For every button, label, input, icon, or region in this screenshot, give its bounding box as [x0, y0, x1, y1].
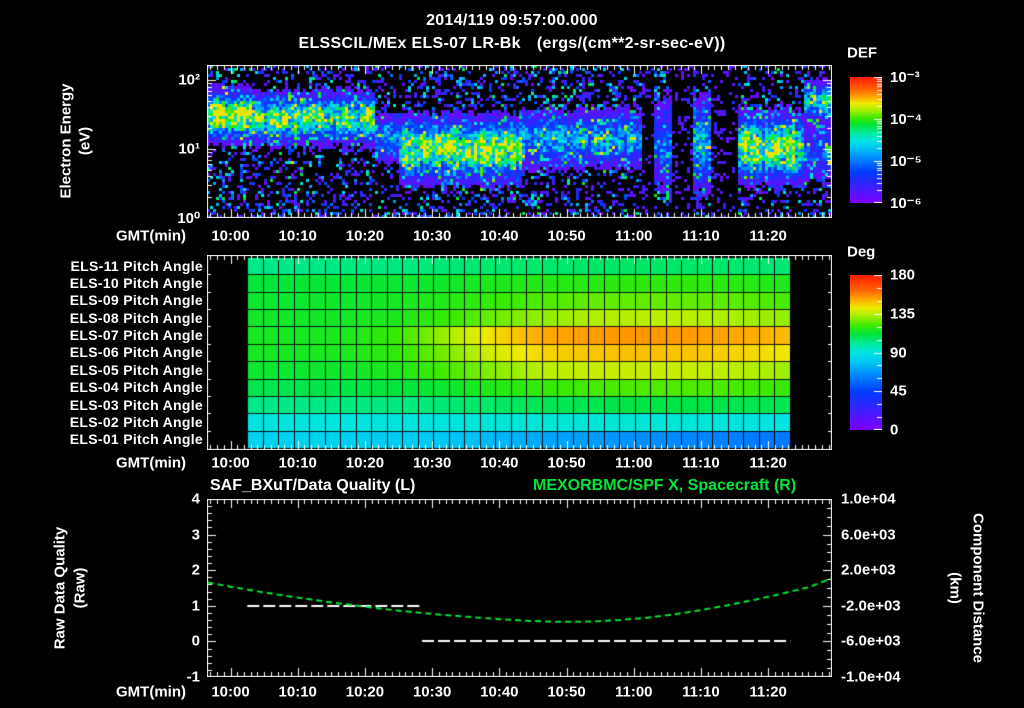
time-tick-label: 11:00	[614, 227, 653, 245]
bottom-ylabel-left-line2: (Raw)	[71, 567, 89, 609]
time-tick-label: 10:40	[480, 454, 519, 472]
pitch-row-label: ELS-11 Pitch Angle	[70, 257, 203, 274]
def-colorbar-tick-label: 10⁻⁴	[890, 111, 923, 128]
time-tick-label: 10:50	[547, 454, 586, 472]
time-tick-label: 10:30	[412, 683, 452, 701]
def-colorbar	[850, 77, 882, 203]
time-tick-label: 10:50	[547, 227, 586, 245]
gmt-axis-label-bottom: GMT(min)	[116, 683, 186, 701]
deg-colorbar-tick-label: 180	[890, 266, 916, 284]
spectrogram-ylabel-line2: (eV)	[76, 126, 94, 156]
quality-ytick-label: -1	[186, 668, 200, 686]
time-tick-label: 11:20	[749, 683, 787, 701]
pitch-row-label: ELS-03 Pitch Angle	[69, 396, 203, 413]
flux-units-label: (ergs/(cm**2-sr-sec-eV))	[536, 35, 726, 52]
bottom-ylabel-left-line1: Raw Data Quality	[51, 526, 69, 650]
def-colorbar-tick-label: 10⁻³	[890, 69, 920, 86]
time-tick-label: 10:30	[412, 454, 452, 472]
time-tick-label: 11:10	[682, 227, 720, 245]
time-tick-label: 11:00	[614, 454, 653, 472]
time-tick-label: 10:20	[345, 227, 385, 245]
instrument-title: ELSSCIL/MEx ELS-07 LR-Bk	[298, 35, 521, 52]
bottom-ylabel-right-line2: (km)	[946, 572, 964, 604]
time-tick-label: 11:10	[682, 454, 720, 472]
time-tick-label: 11:20	[749, 227, 787, 245]
def-colorbar-title: DEF	[847, 44, 877, 62]
deg-colorbar-tick-label: 0	[890, 421, 899, 439]
pitch-row-label: ELS-07 Pitch Angle	[69, 327, 203, 344]
quality-ytick-label: 3	[191, 526, 200, 544]
deg-colorbar-tick-label: 135	[890, 305, 916, 323]
deg-colorbar-title: Deg	[847, 243, 876, 261]
spectrogram-ylabel-line1: Electron Energy	[57, 83, 75, 199]
pitch-row-label: ELS-09 Pitch Angle	[69, 292, 203, 309]
time-tick-label: 10:10	[278, 227, 317, 245]
spec-ytick-label: 10¹	[178, 140, 200, 158]
distance-ytick-label: -1.0e+04	[841, 668, 901, 686]
quality-distance-chart-canvas	[207, 499, 832, 677]
time-tick-label: 10:20	[345, 683, 385, 701]
distance-ytick-label: 1.0e+04	[841, 490, 896, 508]
def-colorbar-tick-label: 10⁻⁵	[890, 153, 922, 170]
pitch-row-label: ELS-01 Pitch Angle	[69, 431, 203, 448]
page-title-datetime: 2014/119 09:57:00.000	[426, 12, 598, 29]
pitch-row-label: ELS-08 Pitch Angle	[69, 309, 203, 326]
pitch-row-label: ELS-02 Pitch Angle	[69, 413, 203, 430]
time-tick-label: 11:00	[614, 683, 653, 701]
distance-ytick-label: -6.0e+03	[841, 632, 901, 650]
distance-ytick-label: 2.0e+03	[841, 561, 896, 579]
gmt-axis-label-middle: GMT(min)	[116, 454, 186, 472]
space-physics-plot-page: 2014/119 09:57:00.000 ELSSCIL/MEx ELS-07…	[0, 0, 1024, 708]
pitch-row-label: ELS-06 Pitch Angle	[69, 344, 203, 361]
pitch-row-label: ELS-10 Pitch Angle	[69, 275, 203, 292]
deg-colorbar	[850, 275, 882, 430]
time-tick-label: 10:00	[211, 227, 250, 245]
quality-ytick-label: 4	[191, 490, 200, 508]
pitch-angle-heatmap-canvas	[207, 255, 832, 450]
time-tick-label: 10:00	[211, 683, 250, 701]
time-tick-label: 11:20	[749, 454, 787, 472]
def-colorbar-tick-label: 10⁻⁶	[890, 195, 922, 212]
time-tick-label: 11:10	[682, 683, 720, 701]
time-tick-label: 10:40	[480, 683, 519, 701]
pitch-row-label: ELS-05 Pitch Angle	[69, 361, 203, 378]
bottom-title-left: SAF_BXuT/Data Quality (L)	[210, 477, 416, 494]
bottom-title-right: MEXORBMC/SPF X, Spacecraft (R)	[533, 477, 797, 494]
time-tick-label: 10:20	[345, 454, 385, 472]
time-tick-label: 10:10	[278, 454, 317, 472]
spec-ytick-label: 10⁰	[177, 210, 200, 227]
pitch-row-label: ELS-04 Pitch Angle	[69, 379, 203, 396]
quality-ytick-label: 2	[191, 561, 200, 579]
gmt-axis-label-top: GMT(min)	[116, 227, 186, 245]
deg-colorbar-tick-label: 45	[890, 382, 907, 400]
bottom-ylabel-right-line1: Component Distance	[969, 512, 987, 664]
time-tick-label: 10:00	[211, 454, 250, 472]
electron-spectrogram-canvas	[207, 65, 832, 218]
time-tick-label: 10:10	[278, 683, 317, 701]
time-tick-label: 10:30	[412, 227, 452, 245]
time-tick-label: 10:40	[480, 227, 519, 245]
distance-ytick-label: 6.0e+03	[841, 526, 896, 544]
deg-colorbar-tick-label: 90	[890, 344, 907, 361]
distance-ytick-label: -2.0e+03	[841, 597, 901, 615]
quality-ytick-label: 0	[191, 632, 200, 650]
quality-ytick-label: 1	[191, 597, 200, 615]
time-tick-label: 10:50	[547, 683, 586, 701]
spec-ytick-label: 10²	[178, 71, 200, 89]
